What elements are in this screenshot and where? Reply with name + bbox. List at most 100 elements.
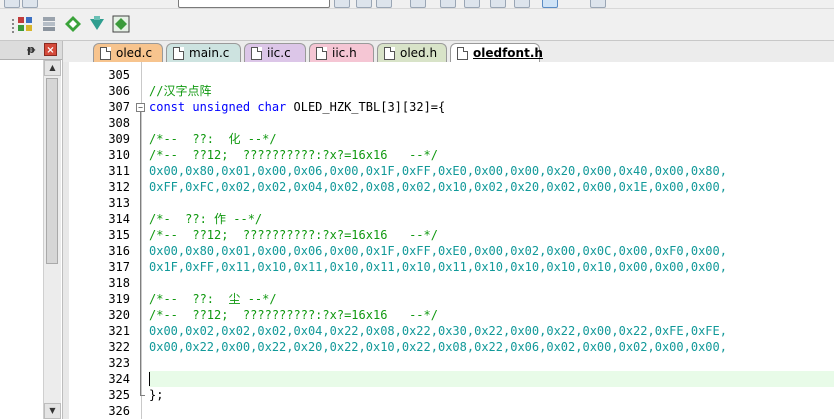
code-line[interactable]: 323 xyxy=(63,355,834,371)
code-line[interactable]: 319 /*-- ??: 尘 --*/ xyxy=(63,291,834,307)
line-number: 319 xyxy=(108,292,130,306)
manage-button[interactable] xyxy=(376,0,392,8)
options-icon[interactable] xyxy=(112,15,130,33)
window-layout-button[interactable] xyxy=(542,0,558,8)
tools-button[interactable] xyxy=(590,0,606,8)
file-icon xyxy=(457,47,468,60)
editor-tabbar: oled.c main.c iic.c iic.h oled.h oledfont.h xyxy=(63,41,834,63)
line-number: 324 xyxy=(108,372,130,386)
current-line-highlight xyxy=(149,371,834,387)
code-line[interactable]: 310 /*-- ??12; ??????????:?x?=16x16 --*/ xyxy=(63,147,834,163)
code-text: /*-- ??12; ??????????:?x?=16x16 --*/ xyxy=(149,148,438,162)
line-number: 314 xyxy=(108,212,130,226)
file-icon xyxy=(173,47,184,60)
scroll-thumb[interactable] xyxy=(46,78,58,264)
code-text: const unsigned char OLED_HZK_TBL[3][32]=… xyxy=(149,100,446,114)
redo-button[interactable] xyxy=(22,0,38,8)
line-number: 322 xyxy=(108,340,130,354)
file-icon xyxy=(251,47,262,60)
code-line[interactable]: 321 0x00,0x02,0x02,0x02,0x04,0x22,0x08,0x… xyxy=(63,323,834,339)
batch-build-icon[interactable] xyxy=(40,15,58,33)
line-number: 311 xyxy=(108,164,130,178)
code-text: /*- ??: 作 --*/ xyxy=(149,212,263,226)
line-number: 315 xyxy=(108,228,130,242)
code-line[interactable]: 313 xyxy=(63,195,834,211)
code-text: /*-- ??: 化 --*/ xyxy=(149,132,277,146)
manage-project-icon[interactable] xyxy=(64,15,82,33)
scroll-up-arrow-icon[interactable]: ▲ xyxy=(44,60,61,76)
code-line[interactable]: 322 0x00,0x22,0x00,0x22,0x20,0x22,0x10,0x… xyxy=(63,339,834,355)
fold-toggle-icon[interactable]: − xyxy=(136,103,145,112)
text-caret xyxy=(149,372,150,386)
line-number: 313 xyxy=(108,196,130,210)
debug-button[interactable] xyxy=(410,0,426,8)
project-panel-header: ᵽ × xyxy=(0,41,62,60)
target-options-button[interactable] xyxy=(334,0,350,8)
code-editor[interactable]: 305 306 //汉字点阵 307 const unsigned char OLED_… xyxy=(63,62,834,419)
rebuild-icon[interactable] xyxy=(16,15,34,33)
download-icon[interactable] xyxy=(88,15,106,33)
build-toolbar xyxy=(0,9,834,41)
code-text: 0x00,0x02,0x02,0x02,0x04,0x22,0x08,0x22,… xyxy=(149,324,727,338)
line-number: 310 xyxy=(108,148,130,162)
tab-oled-h[interactable]: oled.h xyxy=(377,43,447,62)
line-number: 325 xyxy=(108,388,130,402)
tab-oled-c[interactable]: oled.c xyxy=(93,43,163,62)
code-text: 0xFF,0xFC,0x02,0x02,0x04,0x02,0x08,0x02,… xyxy=(149,180,727,194)
file-icon xyxy=(100,47,111,60)
code-text: //汉字点阵 xyxy=(149,84,212,98)
project-panel-scrollbar[interactable]: ▲ ▼ xyxy=(43,60,61,419)
file-icon xyxy=(384,47,395,60)
tab-iic-c[interactable]: iic.c xyxy=(244,43,306,62)
code-line[interactable]: 318 xyxy=(63,275,834,291)
tab-label: iic.h xyxy=(332,46,357,60)
scroll-down-arrow-icon[interactable]: ▼ xyxy=(44,403,61,419)
pin-icon[interactable]: ᵽ xyxy=(27,43,35,56)
code-line[interactable]: 315 /*-- ??12; ??????????:?x?=16x16 --*/ xyxy=(63,227,834,243)
code-line[interactable]: 305 xyxy=(63,67,834,83)
tab-label: main.c xyxy=(189,46,230,60)
file-icon xyxy=(316,47,327,60)
tab-oledfont-h[interactable]: oledfont.h xyxy=(450,43,543,62)
line-number: 326 xyxy=(108,404,130,418)
breakpoint-button[interactable] xyxy=(440,0,456,8)
code-line[interactable]: 316 0x00,0x80,0x01,0x00,0x06,0x00,0x1F,0x… xyxy=(63,243,834,259)
code-text: /*-- ??12; ??????????:?x?=16x16 --*/ xyxy=(149,228,438,242)
code-line[interactable]: 308 xyxy=(63,115,834,131)
code-line[interactable]: 307 const unsigned char OLED_HZK_TBL[3][3… xyxy=(63,99,834,115)
code-line[interactable]: 324 xyxy=(63,371,834,387)
undo-button[interactable] xyxy=(4,0,20,8)
project-panel: ᵽ × ▲ ▼ xyxy=(0,41,63,419)
code-line[interactable]: 306 //汉字点阵 xyxy=(63,83,834,99)
breakpoint-kill-button[interactable] xyxy=(490,0,506,8)
tab-main-c[interactable]: main.c xyxy=(166,43,241,62)
fold-guide-line xyxy=(140,112,141,395)
line-number: 312 xyxy=(108,180,130,194)
code-line[interactable]: 326 xyxy=(63,403,834,419)
code-line[interactable]: 325}; xyxy=(63,387,834,403)
breakpoint-disable-button[interactable] xyxy=(464,0,480,8)
line-number: 308 xyxy=(108,116,130,130)
code-line[interactable]: 317 0x1F,0xFF,0x11,0x10,0x11,0x10,0x11,0x… xyxy=(63,259,834,275)
code-line[interactable]: 314 /*- ??: 作 --*/ xyxy=(63,211,834,227)
tab-label: oledfont.h xyxy=(473,46,543,60)
line-number: 323 xyxy=(108,356,130,370)
tab-iic-h[interactable]: iic.h xyxy=(309,43,374,62)
close-icon[interactable]: × xyxy=(44,43,57,56)
line-number: 306 xyxy=(108,84,130,98)
code-text: 0x00,0x80,0x01,0x00,0x06,0x00,0x1F,0xFF,… xyxy=(149,164,727,178)
line-number: 318 xyxy=(108,276,130,290)
pack-button[interactable] xyxy=(356,0,372,8)
code-text: 0x00,0x22,0x00,0x22,0x20,0x22,0x10,0x22,… xyxy=(149,340,727,354)
line-number: 305 xyxy=(108,68,130,82)
tab-label: oled.h xyxy=(400,46,438,60)
target-select[interactable] xyxy=(178,0,330,8)
code-text: }; xyxy=(149,388,164,402)
code-line[interactable]: 311 0x00,0x80,0x01,0x00,0x06,0x00,0x1F,0x… xyxy=(63,163,834,179)
code-text: /*-- ??12; ??????????:?x?=16x16 --*/ xyxy=(149,308,438,322)
settings-button[interactable] xyxy=(514,0,530,8)
code-line[interactable]: 312 0xFF,0xFC,0x02,0x02,0x04,0x02,0x08,0x… xyxy=(63,179,834,195)
code-text: 0x1F,0xFF,0x11,0x10,0x11,0x10,0x11,0x10,… xyxy=(149,260,727,274)
code-line[interactable]: 309 /*-- ??: 化 --*/ xyxy=(63,131,834,147)
code-line[interactable]: 320 /*-- ??12; ??????????:?x?=16x16 --*/ xyxy=(63,307,834,323)
